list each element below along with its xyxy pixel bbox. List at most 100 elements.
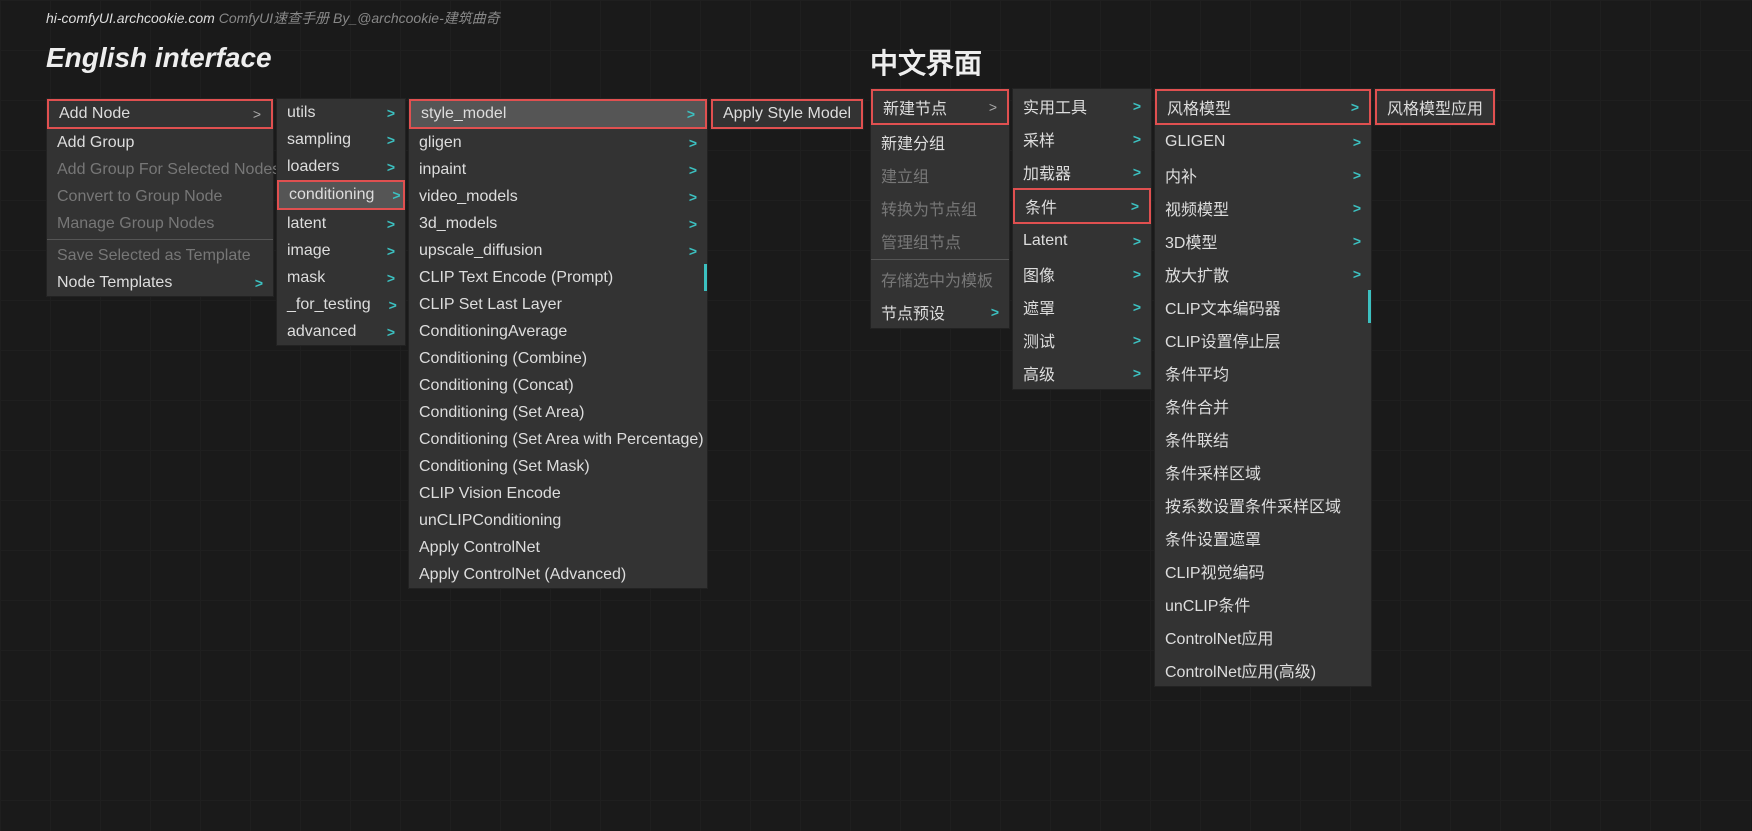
context-menu-zh-conditioning[interactable]: 风格模型>GLIGEN>内补>视频模型>3D模型>放大扩散> CLIP文本编码器 C… <box>1154 88 1372 687</box>
menu-item[interactable]: CLIP视觉编码 <box>1155 554 1371 587</box>
submenu-arrow-icon: > <box>387 270 395 286</box>
menu-item-label: Add Node <box>59 105 130 123</box>
menu-item-label: 遮罩 <box>1023 295 1055 319</box>
menu-item[interactable]: CLIP Vision Encode <box>409 480 707 507</box>
menu-item[interactable]: CLIP Set Last Layer <box>409 291 707 318</box>
menu-item[interactable]: Apply ControlNet (Advanced) <box>409 561 707 588</box>
menu-item[interactable]: Conditioning (Set Area) <box>409 399 707 426</box>
menu-item[interactable]: style_model> <box>409 99 707 129</box>
menu-item[interactable]: utils> <box>277 99 405 126</box>
menu-item[interactable]: 采样> <box>1013 122 1151 155</box>
menu-item: 管理组节点 <box>871 224 1009 257</box>
menu-item[interactable]: unCLIPConditioning <box>409 507 707 534</box>
menu-item[interactable]: Latent > <box>1013 224 1151 257</box>
menu-item[interactable]: 新建分组 <box>871 125 1009 158</box>
menu-item[interactable]: 3d_models> <box>409 210 707 237</box>
menu-item[interactable]: 按系数设置条件采样区域 <box>1155 488 1371 521</box>
context-menu-zh-root[interactable]: 新建节点>新建分组建立组转换为节点组管理组节点存储选中为模板节点预设> <box>870 88 1010 329</box>
menu-item[interactable]: gligen> <box>409 129 707 156</box>
menu-item-label: CLIP文本编码器 <box>1165 295 1281 319</box>
menu-item[interactable]: image> <box>277 237 405 264</box>
menu-item-label: Manage Group Nodes <box>57 215 214 233</box>
menu-item-label: mask <box>287 269 325 287</box>
menu-item[interactable]: video_models> <box>409 183 707 210</box>
menu-separator <box>47 239 273 240</box>
menu-item-label: CLIP Vision Encode <box>419 485 561 503</box>
menu-item[interactable]: 条件合并 <box>1155 389 1371 422</box>
menu-item[interactable]: Add Node> <box>47 99 273 129</box>
menu-item[interactable]: Apply Style Model <box>711 99 863 129</box>
submenu-arrow-icon: > <box>1353 233 1361 249</box>
submenu-arrow-icon: > <box>387 105 395 121</box>
menu-item[interactable]: 条件联结 <box>1155 422 1371 455</box>
menu-item[interactable]: unCLIP条件 <box>1155 587 1371 620</box>
menu-item[interactable]: Conditioning (Set Mask) <box>409 453 707 480</box>
menu-item-label: 转换为节点组 <box>881 196 977 220</box>
submenu-arrow-icon: > <box>387 216 395 232</box>
menu-item[interactable]: conditioning> <box>277 180 405 210</box>
menu-item: 存储选中为模板 <box>871 262 1009 295</box>
submenu-arrow-icon: > <box>689 189 697 205</box>
menu-item[interactable]: advanced> <box>277 318 405 345</box>
menu-item-label: Latent <box>1023 232 1067 250</box>
menu-item-label: CLIP Set Last Layer <box>419 296 562 314</box>
context-menu-zh-category[interactable]: 实用工具>采样>加载器>条件>Latent>图像>遮罩>测试>高级> <box>1012 88 1152 390</box>
menu-item[interactable]: inpaint> <box>409 156 707 183</box>
menu-item[interactable]: 实用工具> <box>1013 89 1151 122</box>
context-menu-en-root[interactable]: Add Node>Add GroupAdd Group For Selected… <box>46 98 274 297</box>
menu-item[interactable]: Node Templates> <box>47 269 273 296</box>
menu-item[interactable]: 测试> <box>1013 323 1151 356</box>
menu-item-label: ControlNet应用 <box>1165 625 1273 649</box>
submenu-arrow-icon: > <box>1133 233 1141 249</box>
menu-item[interactable]: Conditioning (Concat) <box>409 372 707 399</box>
menu-item-label: 新建节点 <box>883 95 947 119</box>
menu-item-label: 3d_models <box>419 215 497 233</box>
menu-item[interactable]: GLIGEN> <box>1155 125 1371 158</box>
submenu-arrow-icon: > <box>1351 99 1359 115</box>
menu-item-label: Conditioning (Concat) <box>419 377 574 395</box>
menu-item[interactable]: ConditioningAverage <box>409 318 707 345</box>
menu-item-label: 建立组 <box>881 163 929 187</box>
menu-item[interactable]: 高级> <box>1013 356 1151 389</box>
menu-item[interactable]: _for_testing> <box>277 291 405 318</box>
menu-item[interactable]: 3D模型> <box>1155 224 1371 257</box>
menu-item[interactable]: 内补> <box>1155 158 1371 191</box>
menu-item[interactable]: 图像> <box>1013 257 1151 290</box>
submenu-arrow-icon: > <box>1133 131 1141 147</box>
menu-item[interactable]: Conditioning (Combine) <box>409 345 707 372</box>
menu-item[interactable]: CLIP设置停止层 <box>1155 323 1371 356</box>
menu-item[interactable]: 新建节点> <box>871 89 1009 125</box>
menu-item[interactable]: loaders> <box>277 153 405 180</box>
menu-item[interactable]: Add Group <box>47 129 273 156</box>
menu-item[interactable]: CLIP Text Encode (Prompt) <box>409 264 707 291</box>
menu-item[interactable]: 遮罩> <box>1013 290 1151 323</box>
submenu-arrow-icon: > <box>991 304 999 320</box>
menu-item[interactable]: 视频模型> <box>1155 191 1371 224</box>
menu-item[interactable]: 条件平均 <box>1155 356 1371 389</box>
menu-item[interactable]: Apply ControlNet <box>409 534 707 561</box>
submenu-arrow-icon: > <box>387 243 395 259</box>
submenu-arrow-icon: > <box>387 324 395 340</box>
context-menu-en-stylemodel[interactable]: Apply Style Model <box>710 98 864 130</box>
menu-item[interactable]: 风格模型应用 <box>1375 89 1495 125</box>
menu-item[interactable]: 风格模型> <box>1155 89 1371 125</box>
menu-item[interactable]: 条件设置遮罩 <box>1155 521 1371 554</box>
menu-item[interactable]: 加载器> <box>1013 155 1151 188</box>
menu-item[interactable]: 条件> <box>1013 188 1151 224</box>
menu-item[interactable]: CLIP文本编码器 <box>1155 290 1371 323</box>
menu-item[interactable]: mask > <box>277 264 405 291</box>
menu-item[interactable]: 放大扩散> <box>1155 257 1371 290</box>
menu-item[interactable]: Conditioning (Set Area with Percentage) <box>409 426 707 453</box>
menu-item[interactable]: latent> <box>277 210 405 237</box>
menu-item[interactable]: 条件采样区域 <box>1155 455 1371 488</box>
context-menu-en-conditioning[interactable]: style_model>gligen>inpaint>video_models>… <box>408 98 708 589</box>
context-menu-en-category[interactable]: utils>sampling>loaders>conditioning>late… <box>276 98 406 346</box>
menu-item[interactable]: ControlNet应用(高级) <box>1155 653 1371 686</box>
menu-item[interactable]: upscale_diffusion> <box>409 237 707 264</box>
menu-item: Save Selected as Template <box>47 242 273 269</box>
menu-item[interactable]: sampling> <box>277 126 405 153</box>
menu-item-label: upscale_diffusion <box>419 242 542 260</box>
menu-item[interactable]: 节点预设> <box>871 295 1009 328</box>
context-menu-zh-stylemodel[interactable]: 风格模型应用 <box>1374 88 1496 126</box>
menu-item[interactable]: ControlNet应用 <box>1155 620 1371 653</box>
